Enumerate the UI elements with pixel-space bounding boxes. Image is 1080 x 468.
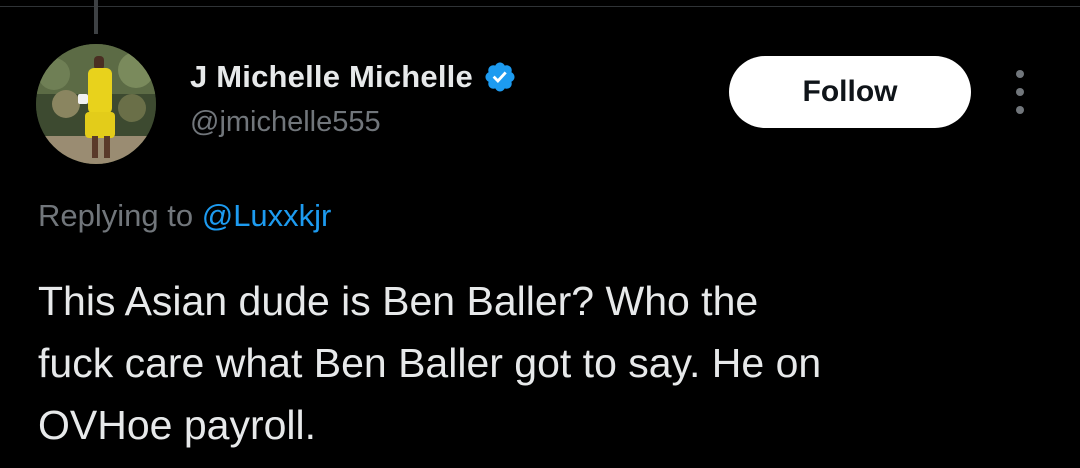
more-dot: [1016, 106, 1024, 114]
tweet-card: J Michelle Michelle @jmichelle555 Follow…: [0, 0, 1080, 468]
more-dot: [1016, 88, 1024, 96]
author-display-name[interactable]: J Michelle Michelle: [190, 59, 473, 95]
author-name-row[interactable]: J Michelle Michelle: [190, 56, 517, 98]
author-handle[interactable]: @jmichelle555: [190, 106, 381, 139]
avatar[interactable]: [36, 44, 156, 164]
more-options-icon[interactable]: [1003, 70, 1037, 114]
replying-to-label: Replying to: [38, 198, 194, 233]
follow-button[interactable]: Follow: [729, 56, 971, 128]
more-dot: [1016, 70, 1024, 78]
thread-connector-line: [94, 0, 98, 34]
tweet-body-text: This Asian dude is Ben Baller? Who the f…: [38, 278, 822, 448]
verified-badge-icon: [485, 62, 515, 92]
divider: [0, 6, 1080, 7]
replying-to-line: Replying to @Luxxkjr: [38, 198, 331, 234]
reply-mention-link[interactable]: @Luxxkjr: [202, 198, 332, 233]
profile-photo-icon: [36, 44, 156, 164]
